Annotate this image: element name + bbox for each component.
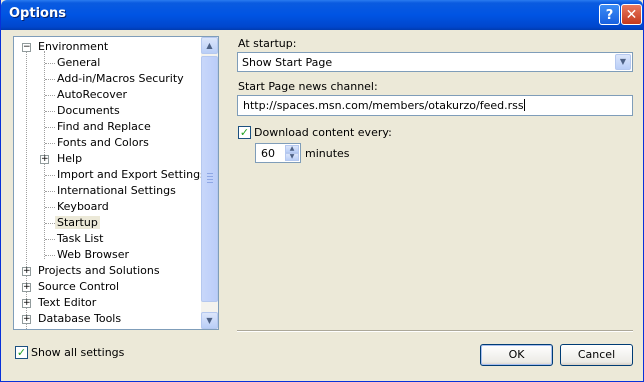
tree-item-international-settings[interactable]: International Settings [57, 183, 176, 199]
scroll-thumb[interactable] [201, 56, 218, 302]
tree-item-general[interactable]: General [57, 55, 100, 71]
tree-line [45, 239, 55, 240]
interval-value: 60 [261, 147, 275, 160]
tree-item-keyboard[interactable]: Keyboard [57, 199, 109, 215]
tree-item-task-list[interactable]: Task List [57, 231, 103, 247]
tree-scrollbar[interactable]: ▲ ▼ [201, 37, 218, 329]
tree-item-label: Documents [57, 104, 120, 117]
tree-line [45, 79, 55, 80]
tree-line [45, 207, 55, 208]
expand-icon[interactable]: + [22, 267, 31, 276]
download-content-checkbox[interactable]: ✓ [238, 126, 251, 139]
tree-item-label: Projects and Solutions [38, 264, 160, 277]
tree-line [45, 255, 55, 256]
scroll-up-button[interactable]: ▲ [201, 37, 218, 54]
tree-item-label: Import and Export Settings [57, 168, 206, 181]
grip-line [207, 182, 213, 183]
tree-item-label: Web Browser [57, 248, 130, 261]
news-channel-input[interactable]: http://spaces.msn.com/members/otakurzo/f… [237, 95, 633, 116]
tree-item-documents[interactable]: Documents [57, 103, 120, 119]
tree-item-label: Text Editor [38, 296, 97, 309]
spin-down-button[interactable]: ▼ [285, 153, 299, 161]
grip-line [207, 176, 213, 177]
tree-item-web-browser[interactable]: Web Browser [57, 247, 129, 263]
spin-up-button[interactable]: ▲ [285, 145, 299, 153]
tree-line [45, 143, 55, 144]
tree-item-label: Environment [38, 40, 109, 53]
chevron-up-icon: ▲ [289, 145, 295, 152]
tree-item-import-and-export-settings[interactable]: Import and Export Settings [57, 167, 206, 183]
tree-line [45, 95, 55, 96]
chevron-down-icon: ▼ [206, 316, 213, 325]
cancel-button[interactable]: Cancel [560, 344, 633, 366]
tree-item-label: Fonts and Colors [57, 136, 149, 149]
expand-icon[interactable]: + [22, 299, 31, 308]
tree-item-label: AutoRecover [57, 88, 128, 101]
at-startup-label: At startup: [238, 37, 297, 50]
options-tree[interactable]: − Environment General Add-in/Macros Secu… [13, 36, 219, 330]
divider [237, 330, 633, 332]
tree-item-startup[interactable]: Startup [55, 215, 100, 231]
tree-item-label: Keyboard [57, 200, 109, 213]
tree-line [45, 191, 55, 192]
tree-line [45, 111, 55, 112]
close-icon: ✕ [625, 7, 638, 23]
news-channel-value: http://spaces.msn.com/members/otakurzo/f… [243, 99, 524, 112]
tree-line [45, 63, 55, 64]
expand-icon[interactable]: + [40, 155, 49, 164]
text-caret [523, 99, 525, 111]
at-startup-select[interactable]: Show Start Page ▼ [237, 52, 633, 72]
check-icon: ✓ [16, 346, 27, 359]
options-dialog: Options ? ✕ − Environment General Add-in… [0, 0, 644, 382]
window-title: Options [9, 6, 66, 21]
expand-icon[interactable]: + [22, 283, 31, 292]
tree-item-label: International Settings [57, 184, 176, 197]
download-content-label[interactable]: Download content every: [254, 126, 392, 139]
help-button[interactable]: ? [599, 4, 620, 25]
tree-item-autorecover[interactable]: AutoRecover [57, 87, 127, 103]
tree-item-label: Add-in/Macros Security [57, 72, 184, 85]
tree-item-label: Database Tools [38, 312, 122, 325]
news-channel-label: Start Page news channel: [238, 80, 378, 93]
tree-line [45, 175, 55, 176]
close-button[interactable]: ✕ [621, 4, 642, 25]
show-all-settings-label[interactable]: Show all settings [31, 346, 124, 359]
interval-unit-label: minutes [305, 147, 350, 160]
tree-line [45, 127, 55, 128]
interval-spinner[interactable]: 60 ▲ ▼ [255, 143, 301, 163]
tree-item-add-in-macros-security[interactable]: Add-in/Macros Security [57, 71, 184, 87]
tree-item-label: Find and Replace [57, 120, 151, 133]
collapse-icon[interactable]: − [22, 43, 31, 52]
chevron-down-icon: ▼ [619, 57, 627, 66]
tree-item-label: Source Control [38, 280, 120, 293]
expand-icon[interactable]: + [22, 315, 31, 324]
grip-line [207, 173, 213, 174]
tree-line [45, 223, 55, 224]
chevron-up-icon: ▲ [206, 41, 213, 50]
title-bar[interactable]: Options ? ✕ [1, 0, 643, 30]
tree-item-label: Help [57, 152, 83, 165]
chevron-down-icon: ▼ [289, 153, 295, 160]
dialog-body: − Environment General Add-in/Macros Secu… [1, 30, 643, 381]
dropdown-button[interactable]: ▼ [615, 54, 631, 70]
grip-line [207, 179, 213, 180]
tree-item-fonts-and-colors[interactable]: Fonts and Colors [57, 135, 149, 151]
tree-item-label: Startup [55, 216, 100, 229]
tree-item-find-and-replace[interactable]: Find and Replace [57, 119, 151, 135]
help-icon: ? [605, 8, 614, 23]
tree-item-label: General [57, 56, 101, 69]
at-startup-value: Show Start Page [242, 56, 333, 69]
check-icon: ✓ [239, 126, 250, 139]
scroll-down-button[interactable]: ▼ [201, 312, 218, 329]
tree-item-label: Task List [57, 232, 104, 245]
show-all-settings-checkbox[interactable]: ✓ [15, 346, 28, 359]
ok-button[interactable]: OK [480, 344, 553, 366]
